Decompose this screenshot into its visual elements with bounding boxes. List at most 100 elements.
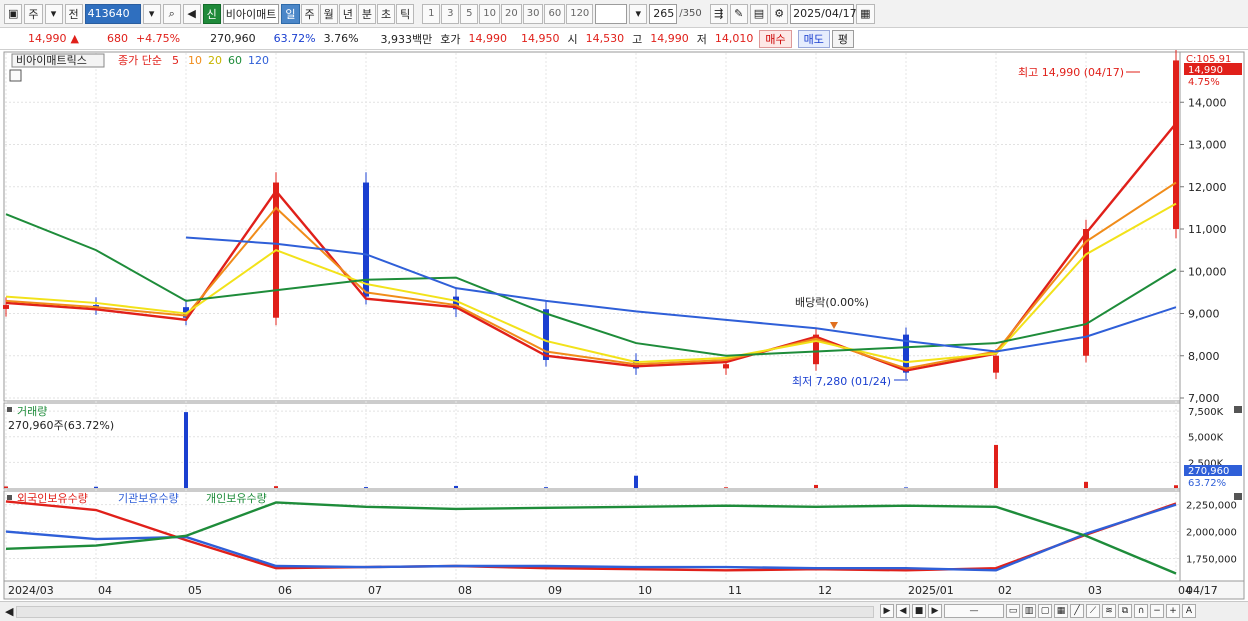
type-select[interactable]: 주	[24, 3, 43, 24]
interval-button[interactable]: 120	[566, 3, 594, 24]
change-value: 680	[106, 32, 128, 45]
candle-body	[993, 355, 999, 373]
line-tool-icon[interactable]: ╱	[1070, 604, 1084, 618]
chevron-down-icon[interactable]: ▾	[44, 3, 63, 24]
draw-tool-icon[interactable]: ✎	[729, 3, 748, 24]
trend-tool-icon[interactable]: ⟋	[1086, 604, 1100, 618]
turnover-rate: 3.76%	[323, 32, 359, 45]
bid-label: 호가	[440, 32, 461, 46]
period-button[interactable]: 주	[300, 3, 319, 24]
volume-tick-label: 7,500K	[1188, 407, 1224, 418]
fib-tool-icon[interactable]: ≋	[1102, 604, 1116, 618]
x-axis-end-label: 04/17	[1186, 584, 1218, 597]
volume-panel	[3, 402, 1181, 490]
interval-button[interactable]: 10	[479, 3, 500, 24]
scroll-track[interactable]	[16, 606, 874, 618]
interval-input[interactable]	[595, 3, 628, 24]
volume-bar	[904, 487, 908, 488]
speed-slider[interactable]: —	[944, 604, 1004, 618]
chart-menu-icon[interactable]: ▣	[4, 3, 23, 24]
x-tick-label: 02	[998, 584, 1012, 597]
compare-button[interactable]: 전	[64, 3, 83, 24]
interval-button[interactable]: 30	[522, 3, 544, 24]
split-icon[interactable]: ▥	[1022, 604, 1036, 618]
ma10-legend: 10	[188, 54, 202, 67]
interval-button[interactable]: 60	[544, 3, 566, 24]
count-input[interactable]: 265	[649, 3, 678, 24]
volume-panel-close-icon[interactable]	[1234, 406, 1242, 413]
date-input[interactable]: 2025/04/17	[790, 3, 857, 24]
bid-price-1: 14,990	[468, 32, 508, 45]
price-tick-label: 10,000	[1188, 265, 1227, 278]
code-input[interactable]: 413640	[84, 3, 141, 24]
eval-button[interactable]: 평	[831, 29, 855, 48]
magnet-icon[interactable]: ∩	[1134, 604, 1148, 618]
stock-legend: 비아이매트릭스	[16, 54, 87, 67]
period-button[interactable]: 틱	[396, 3, 415, 24]
institution-legend: 기관보유수량	[118, 492, 179, 505]
price-tick-label: 8,000	[1188, 350, 1220, 363]
rewind-icon[interactable]: ◀	[896, 604, 910, 618]
code-dropdown-icon[interactable]: ▾	[142, 3, 161, 24]
price-tick-label: 12,000	[1188, 181, 1227, 194]
holdings-panel-close-icon[interactable]	[1234, 493, 1242, 500]
copy-icon[interactable]: ⧉	[1118, 604, 1132, 618]
calendar-icon[interactable]: ▦	[856, 3, 875, 24]
foreign-legend: 외국인보유수량	[17, 492, 88, 505]
zoom-in-icon[interactable]: +	[1166, 604, 1180, 618]
period-button[interactable]: 월	[319, 3, 338, 24]
quote-bar: 14,990 ▲ 680 +4.75% 270,960 63.72% 3.76%…	[0, 28, 1248, 50]
x-tick-label: 2024/03	[8, 584, 54, 597]
interval-button[interactable]: 5	[460, 3, 479, 24]
candle-body	[3, 305, 9, 309]
stop-icon[interactable]: ■	[912, 604, 926, 618]
stock-chart[interactable]: 14,000 13,000 12,000 11,000 10,000 9,000 8,000…	[0, 50, 1248, 601]
forward-icon[interactable]: ▶	[928, 604, 942, 618]
ma-legend-prefix: 종가 단순	[118, 54, 162, 67]
stock-name-field[interactable]: 비아이매트	[222, 3, 280, 24]
period-button[interactable]: 일	[281, 3, 300, 24]
new-stock-badge: 신	[202, 3, 221, 24]
volume-bar	[634, 475, 638, 488]
speaker-icon[interactable]: ◀	[182, 3, 201, 24]
period-button[interactable]: 분	[357, 3, 377, 24]
period-button[interactable]: 초	[377, 3, 396, 24]
gear-icon[interactable]: ⚙	[770, 3, 789, 24]
volume-bar	[4, 486, 8, 488]
low-price: 14,010	[714, 32, 754, 45]
font-icon[interactable]: A	[1182, 604, 1196, 618]
search-icon[interactable]: ⌕	[162, 3, 181, 24]
volume-bar	[454, 485, 458, 488]
holdings-tick-label: 1,750,000	[1186, 554, 1237, 565]
scroll-left-icon[interactable]: ◀	[5, 605, 13, 618]
window-icon[interactable]: ▢	[1038, 604, 1052, 618]
interval-button[interactable]: 20	[501, 3, 522, 24]
interval-button[interactable]: 1	[422, 3, 441, 24]
play-icon[interactable]: ▶	[880, 604, 894, 618]
holdings-marker-icon	[7, 495, 12, 500]
trade-amount: 3,933백만	[380, 32, 433, 46]
save-icon[interactable]: ▤	[749, 3, 769, 24]
individual-legend: 개인보유수량	[206, 492, 267, 505]
price-tick-label: 13,000	[1188, 139, 1227, 152]
period-button[interactable]: 년	[338, 3, 357, 24]
x-tick-label: 06	[278, 584, 292, 597]
zoom-out-icon[interactable]: −	[1150, 604, 1164, 618]
volume-bar	[544, 487, 548, 488]
volume-title: 거래량	[17, 405, 47, 418]
x-tick-label: 03	[1088, 584, 1102, 597]
volume-bar	[1084, 481, 1088, 488]
x-tick-label: 05	[188, 584, 202, 597]
x-tick-label: 09	[548, 584, 562, 597]
table-toggle-icon[interactable]	[9, 69, 22, 82]
grid-icon[interactable]: ▦	[1054, 604, 1068, 618]
buy-button[interactable]: 매수	[759, 29, 792, 48]
interval-dropdown-icon[interactable]: ▾	[629, 3, 648, 24]
high-price: 14,990	[650, 32, 689, 45]
bottom-bar: ◀ ▶ ◀ ■ ▶ — ▭ ▥ ▢ ▦ ╱ ⟋ ≋ ⧉ ∩ − + A	[0, 601, 1248, 621]
sell-button[interactable]: 매도	[797, 29, 830, 48]
change-percent: +4.75%	[135, 32, 181, 45]
interval-button[interactable]: 3	[441, 3, 460, 24]
layout-icon[interactable]: ▭	[1006, 604, 1020, 618]
compare-chart-icon[interactable]: ⇶	[709, 3, 728, 24]
